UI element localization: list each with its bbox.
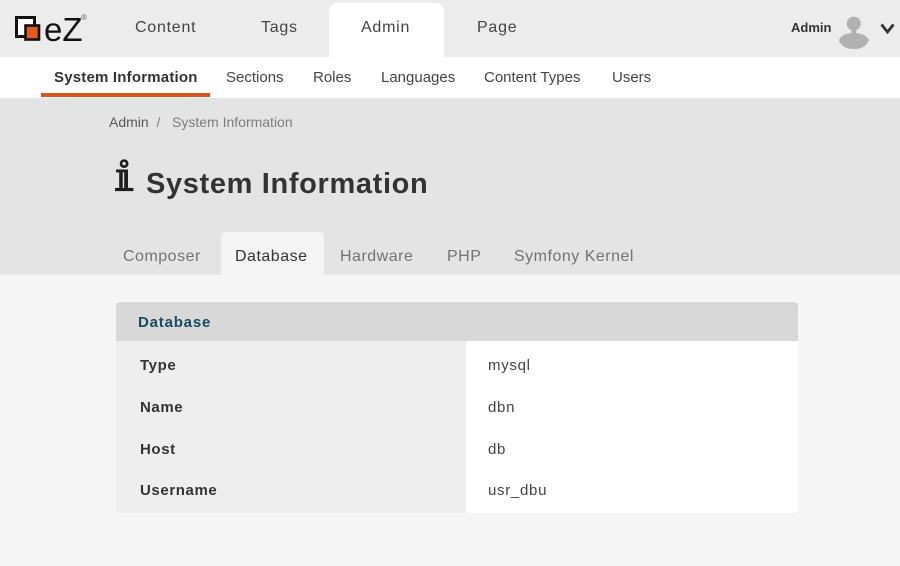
svg-text:eZ: eZ <box>44 12 83 46</box>
svg-text:®: ® <box>81 13 87 22</box>
